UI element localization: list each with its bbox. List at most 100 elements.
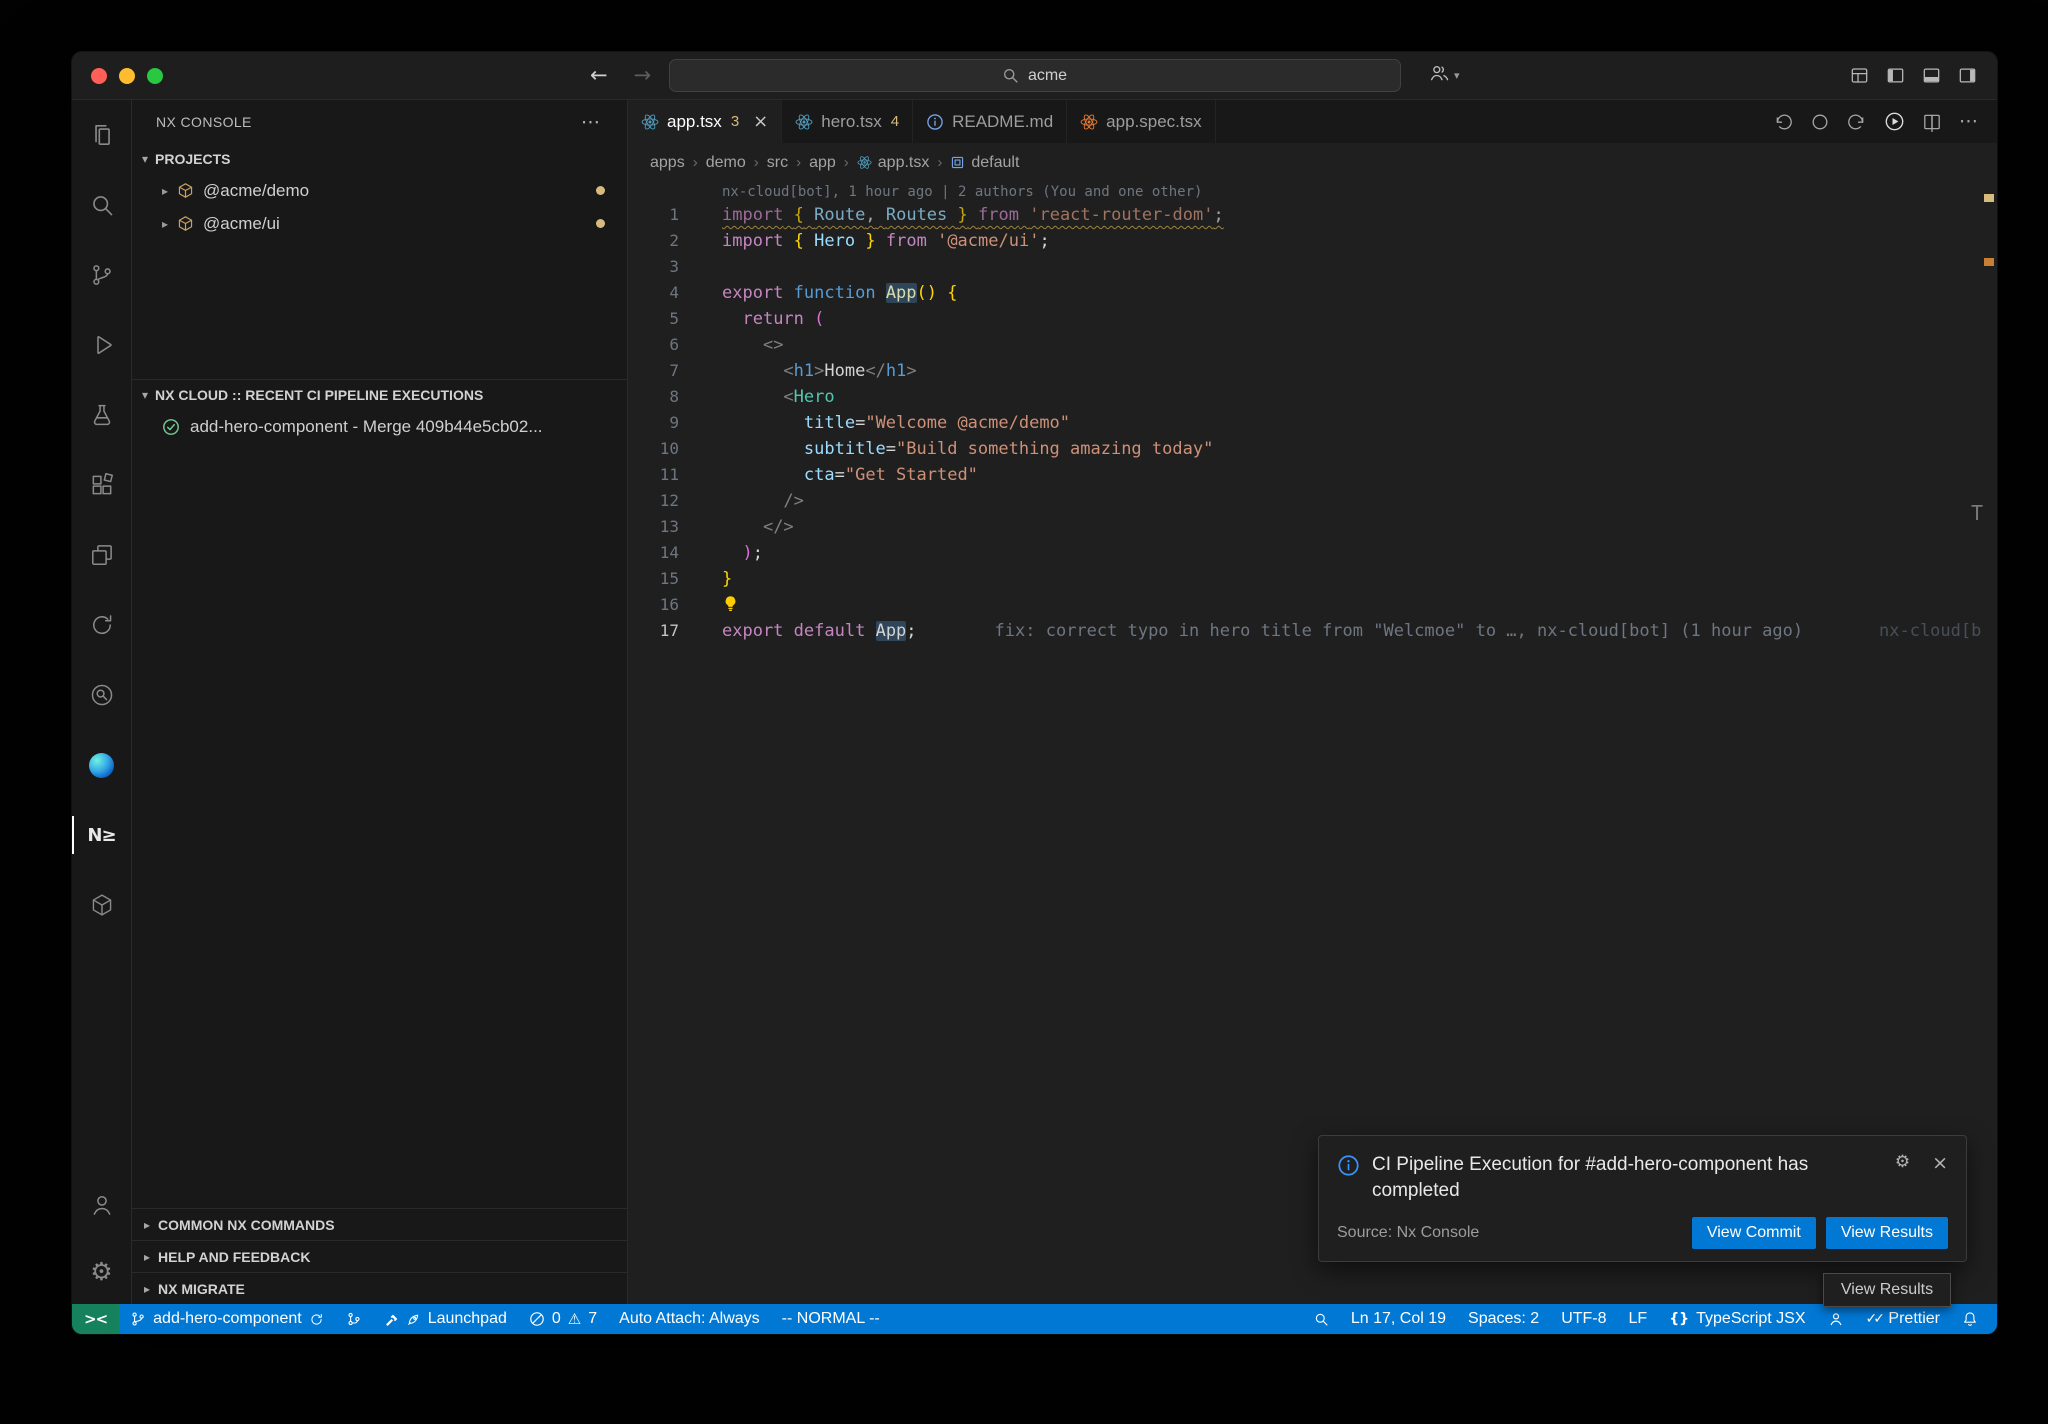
code-line[interactable]: 15} (628, 566, 1997, 592)
button-view-results[interactable]: View Results (1826, 1217, 1948, 1249)
breadcrumb-item-src[interactable]: src (767, 154, 788, 172)
editor-action-previous-change-icon[interactable] (1773, 112, 1793, 132)
status-problems[interactable]: 0⚠7 (518, 1304, 608, 1334)
pipeline-execution-item[interactable]: add-hero-component - Merge 409b44e5cb02.… (132, 410, 627, 444)
code-line[interactable]: 4export function App() { (628, 280, 1997, 306)
navigate-back-icon[interactable]: ← (590, 65, 608, 87)
status-language-mode[interactable]: {}TypeScript JSX (1658, 1304, 1816, 1334)
sidebar-section-help-and-feedback[interactable]: ▸HELP AND FEEDBACK (132, 1240, 627, 1272)
projects-section-header[interactable]: ▾ PROJECTS (132, 144, 627, 174)
line-number[interactable]: 2 (628, 228, 679, 254)
code-line[interactable]: 9 title="Welcome @acme/demo" (628, 410, 1997, 436)
breadcrumb-item-app.tsx[interactable]: app.tsx (857, 154, 930, 172)
line-number[interactable]: 16 (628, 592, 679, 618)
activity-item-remote-explorer[interactable] (72, 520, 131, 590)
breadcrumb-item-app[interactable]: app (809, 154, 836, 172)
status-vim-mode[interactable]: -- NORMAL -- (771, 1304, 891, 1334)
activity-item-edge-tools[interactable] (72, 730, 131, 800)
close-icon[interactable]: × (1932, 1154, 1948, 1173)
line-number[interactable]: 7 (628, 358, 679, 384)
status-prettier[interactable]: ✓✓ Prettier (1855, 1304, 1952, 1334)
code-line[interactable]: 16 (628, 592, 1997, 618)
line-number[interactable]: 3 (628, 254, 679, 280)
accounts-menu[interactable]: ▾ (1428, 62, 1460, 90)
minimize-window-button[interactable] (119, 68, 135, 84)
sidebar-section-nx-migrate[interactable]: ▸NX MIGRATE (132, 1272, 627, 1304)
navigate-forward-icon[interactable]: → (634, 65, 652, 87)
titlebar-toggle-panel-icon[interactable] (1922, 66, 1941, 85)
editor-action-next-change-icon[interactable] (1847, 112, 1867, 132)
status-git-graph[interactable] (335, 1304, 373, 1334)
editor-action-split-editor-icon[interactable] (1922, 112, 1942, 132)
status-notifications[interactable] (1951, 1304, 1989, 1334)
line-number[interactable]: 11 (628, 462, 679, 488)
close-window-button[interactable] (91, 68, 107, 84)
activity-item-dependencies[interactable] (72, 870, 131, 940)
code-line[interactable]: 14 ); (628, 540, 1997, 566)
activity-item-search[interactable] (72, 170, 131, 240)
sidebar-section-common-nx-commands[interactable]: ▸COMMON NX COMMANDS (132, 1208, 627, 1240)
status-auto-attach[interactable]: Auto Attach: Always (608, 1304, 771, 1334)
lightbulb-icon[interactable] (722, 595, 739, 612)
editor-action-more-actions-icon[interactable]: ⋯ (1959, 112, 1979, 131)
activity-item-nx-cloud[interactable] (72, 590, 131, 660)
status-cursor-position[interactable]: Ln 17, Col 19 (1340, 1304, 1457, 1334)
editor-action-changes-icon[interactable] (1810, 112, 1830, 132)
breadcrumb-item-default[interactable]: default (950, 154, 1019, 172)
code-line[interactable]: 7 <h1>Home</h1> (628, 358, 1997, 384)
button-view-commit[interactable]: View Commit (1692, 1217, 1816, 1249)
line-number[interactable]: 4 (628, 280, 679, 306)
code-line[interactable]: 5 return ( (628, 306, 1997, 332)
activity-item-nx-console[interactable]: N≥ (72, 800, 131, 870)
tab-hero.tsx[interactable]: hero.tsx4 (782, 100, 913, 143)
status-accounts[interactable] (1817, 1304, 1855, 1334)
activity-item-extensions[interactable] (72, 450, 131, 520)
breadcrumb-item-demo[interactable]: demo (706, 154, 746, 172)
line-number[interactable]: 5 (628, 306, 679, 332)
code-line[interactable]: 10 subtitle="Build something amazing tod… (628, 436, 1997, 462)
nx-cloud-section-header[interactable]: ▾ NX CLOUD :: RECENT CI PIPELINE EXECUTI… (132, 380, 627, 410)
close-tab-icon[interactable]: × (753, 113, 768, 131)
more-actions-icon[interactable]: ⋯ (581, 113, 601, 132)
activity-item-source-control[interactable] (72, 240, 131, 310)
code-line[interactable]: 3 (628, 254, 1997, 280)
command-center-search[interactable]: acme (669, 59, 1401, 92)
breadcrumb-item-apps[interactable]: apps (650, 154, 685, 172)
line-number[interactable]: 6 (628, 332, 679, 358)
activity-item-settings[interactable]: ⚙ (72, 1238, 131, 1304)
code-line[interactable]: 12 /> (628, 488, 1997, 514)
status-eol[interactable]: LF (1618, 1304, 1659, 1334)
tab-app.tsx[interactable]: app.tsx3× (628, 100, 782, 143)
code-line[interactable]: 13 </> (628, 514, 1997, 540)
notification-settings-icon[interactable]: ⚙ (1895, 1154, 1910, 1171)
code-line[interactable]: 1import { Route, Routes } from 'react-ro… (628, 202, 1997, 228)
code-line[interactable]: 8 <Hero (628, 384, 1997, 410)
titlebar-toggle-secondary-side-bar-icon[interactable] (1958, 66, 1977, 85)
line-number[interactable]: 1 (628, 202, 679, 228)
zoom-window-button[interactable] (147, 68, 163, 84)
line-number[interactable]: 14 (628, 540, 679, 566)
project-item[interactable]: ▸@acme/ui (132, 207, 627, 240)
titlebar-customize-layout-icon[interactable] (1850, 66, 1869, 85)
status-indentation[interactable]: Spaces: 2 (1457, 1304, 1550, 1334)
editor-action-run-file-icon[interactable] (1884, 111, 1905, 132)
activity-item-accounts[interactable] (72, 1172, 131, 1238)
code-line[interactable]: 2import { Hero } from '@acme/ui'; (628, 228, 1997, 254)
status-search-indicator[interactable] (1303, 1304, 1340, 1334)
line-number[interactable]: 13 (628, 514, 679, 540)
line-number[interactable]: 12 (628, 488, 679, 514)
activity-item-testing[interactable] (72, 380, 131, 450)
line-number[interactable]: 10 (628, 436, 679, 462)
activity-item-code-search[interactable] (72, 660, 131, 730)
titlebar-toggle-primary-side-bar-icon[interactable] (1886, 66, 1905, 85)
status-launchpad[interactable]: Launchpad (373, 1304, 518, 1334)
line-number[interactable]: 15 (628, 566, 679, 592)
status-remote-indicator[interactable]: >< (72, 1304, 119, 1334)
activity-item-explorer[interactable] (72, 100, 131, 170)
line-number[interactable]: 9 (628, 410, 679, 436)
status-git-branch[interactable]: add-hero-component (119, 1304, 335, 1334)
line-number[interactable]: 17 (628, 618, 679, 644)
tab-app.spec.tsx[interactable]: app.spec.tsx (1067, 100, 1215, 143)
code-line[interactable]: 17export default App;fix: correct typo i… (628, 618, 1997, 644)
line-number[interactable]: 8 (628, 384, 679, 410)
